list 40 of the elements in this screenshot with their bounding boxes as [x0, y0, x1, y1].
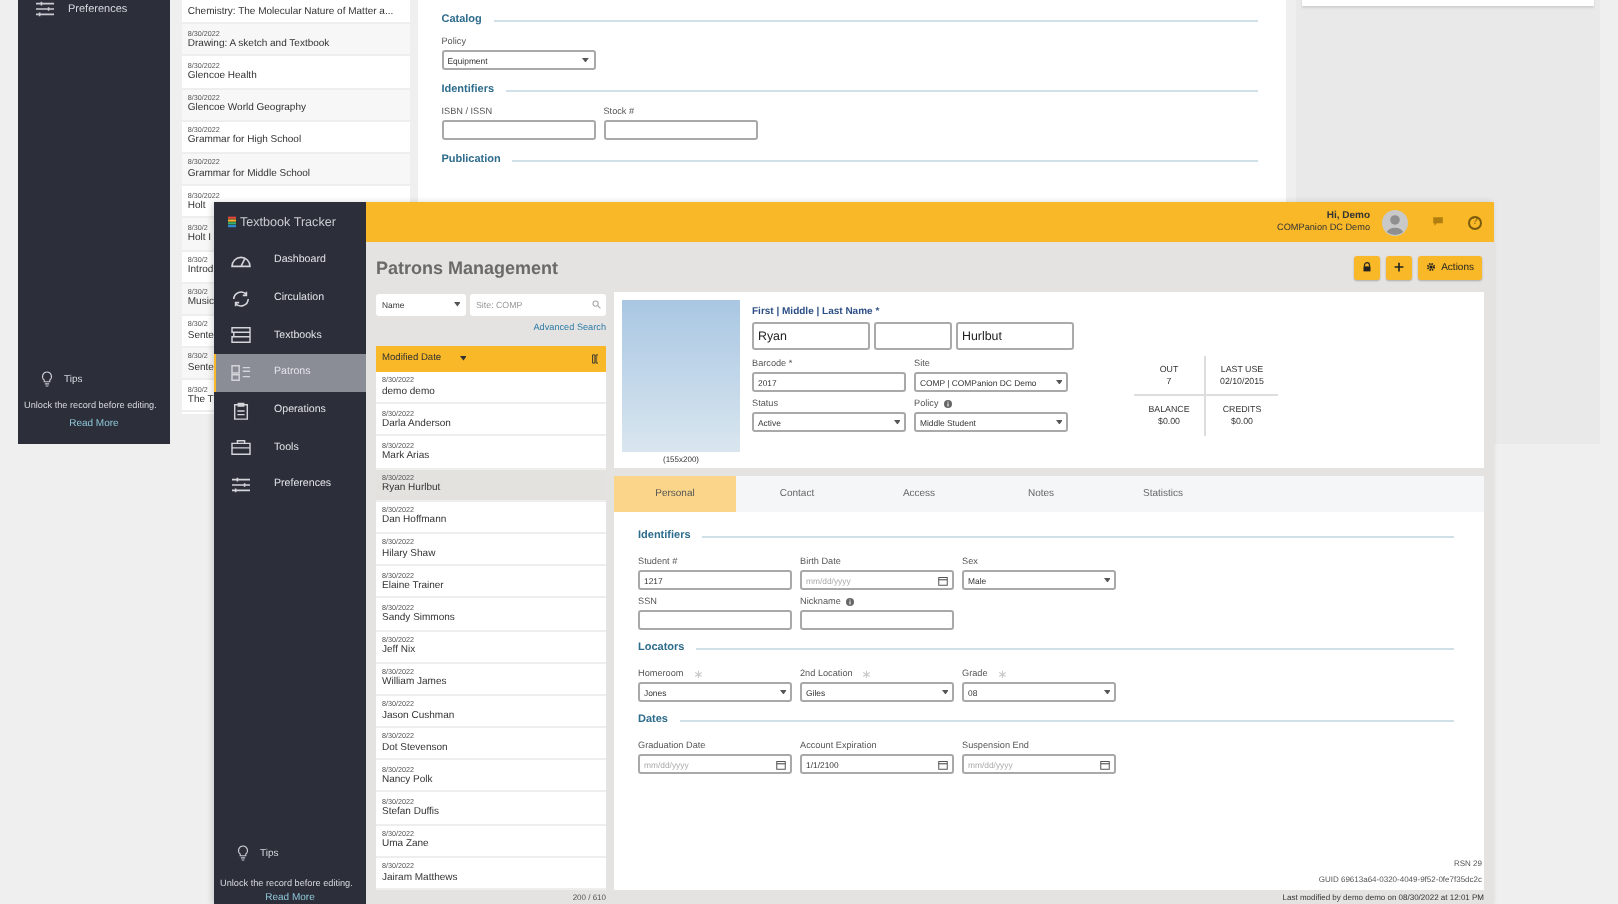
clipboard-icon	[230, 401, 252, 420]
caret-icon	[1103, 577, 1110, 583]
sliders-icon	[230, 475, 252, 494]
caret-icon	[582, 57, 590, 63]
plus-icon	[1393, 262, 1404, 272]
caret-icon	[941, 689, 948, 695]
gauge-icon	[230, 251, 252, 270]
text-field[interactable]	[441, 120, 596, 140]
chat-icon[interactable]	[1432, 216, 1444, 228]
calendar-icon	[776, 759, 786, 769]
lightbulb-icon	[40, 370, 54, 389]
caret-icon	[1103, 689, 1110, 695]
logo-icon	[228, 216, 236, 228]
person-card-icon	[230, 363, 252, 382]
caret-icon	[893, 419, 900, 425]
caret-icon	[453, 302, 460, 308]
caret-icon	[459, 356, 466, 362]
lock-button[interactable]	[1353, 255, 1380, 279]
caret-icon	[779, 689, 786, 695]
page-title: Patrons Management	[376, 257, 559, 277]
middle-name-field[interactable]	[874, 322, 952, 350]
avatar-icon[interactable]	[1382, 209, 1408, 235]
text-field[interactable]	[800, 610, 954, 630]
search-icon	[592, 300, 601, 309]
calendar-icon	[1100, 759, 1110, 769]
text-field[interactable]	[603, 120, 758, 140]
sliders-icon	[34, 0, 56, 18]
columns-icon[interactable]	[591, 354, 598, 364]
lock-icon	[1361, 262, 1372, 272]
calendar-icon	[938, 575, 948, 585]
lightbulb-icon	[236, 844, 250, 863]
toolbox-icon	[230, 438, 252, 457]
gear-icon	[1425, 262, 1436, 272]
cycle-icon	[230, 289, 252, 308]
caret-icon	[1055, 419, 1062, 425]
calendar-icon	[938, 759, 948, 769]
text-field[interactable]	[638, 610, 792, 630]
add-button[interactable]	[1385, 255, 1412, 279]
books-icon	[230, 326, 252, 345]
caret-icon	[1055, 379, 1062, 385]
